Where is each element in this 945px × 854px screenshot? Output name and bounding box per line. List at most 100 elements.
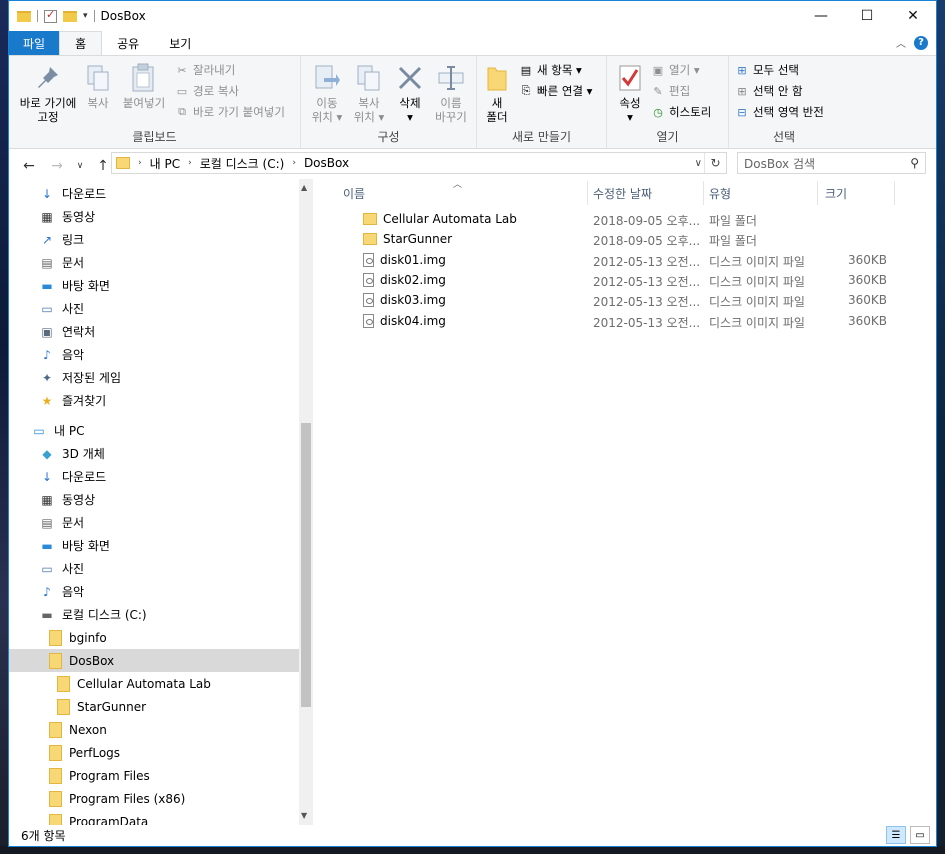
nav-item[interactable]: ▬ 로컬 디스크 (C:) (39, 603, 146, 626)
breadcrumb-dosbox[interactable]: DosBox (304, 156, 349, 170)
minimize-button[interactable]: — (798, 1, 844, 31)
nav-item[interactable]: ✦ 저장된 게임 (39, 366, 121, 389)
close-button[interactable]: ✕ (890, 1, 936, 31)
nav-item[interactable]: ▭ 내 PC (31, 419, 84, 442)
scroll-down-icon[interactable]: ▼ (301, 811, 307, 820)
file-type: 디스크 이미지 파일 (709, 254, 805, 269)
file-name: StarGunner (383, 232, 453, 247)
nav-item-label: 다운로드 (62, 470, 107, 484)
nav-item-label: StarGunner (77, 699, 147, 714)
nav-item[interactable]: ▤ 문서 (39, 511, 84, 534)
table-row[interactable]: Cellular Automata Lab 2018-09-05 오후... 파일 … (325, 210, 905, 230)
column-header-name[interactable]: 이름 (343, 181, 365, 205)
rename-button[interactable]: 이름 바꾸기 (431, 62, 471, 124)
nav-item[interactable]: ▬ 바탕 화면 (39, 274, 110, 297)
tab-home[interactable]: 홈 (59, 31, 103, 55)
nav-item[interactable]: Program Files (x86) (49, 787, 185, 810)
search-input[interactable]: DosBox 검색 ⚲ (737, 152, 926, 174)
nav-item[interactable]: ↓ 다운로드 (39, 465, 106, 488)
nav-item[interactable]: ▦ 동영상 (39, 205, 95, 228)
file-name-cell: disk01.img (363, 252, 446, 267)
nav-scrollbar-thumb[interactable] (301, 423, 311, 707)
help-icon[interactable]: ? (914, 35, 928, 50)
nav-item[interactable]: DosBox (9, 649, 299, 672)
move-to-button[interactable]: 이동 위치 ▾ (309, 62, 345, 124)
copy-button[interactable]: 복사 (81, 62, 115, 110)
delete-button[interactable]: 삭제 ▾ (393, 62, 427, 124)
nav-item[interactable]: PerfLogs (49, 741, 120, 764)
breadcrumb-drive[interactable]: 로컬 디스크 (C:) (200, 155, 285, 172)
scroll-up-icon[interactable]: ▲ (301, 183, 307, 192)
nav-item[interactable]: ▭ 사진 (39, 557, 84, 580)
nav-item[interactable]: ↗ 링크 (39, 228, 84, 251)
edit-button[interactable]: ✎ 편집 (651, 83, 690, 99)
select-all-button[interactable]: ⊞ 모두 선택 (735, 62, 799, 78)
nav-item-label: 연락처 (62, 325, 96, 339)
tab-share[interactable]: 공유 (102, 31, 154, 55)
back-arrow-icon[interactable]: ← (17, 154, 41, 178)
details-view-icon[interactable]: ☰ (886, 826, 906, 844)
nav-item[interactable]: ◆ 3D 개체 (39, 442, 104, 465)
nav-item-label: bginfo (69, 630, 107, 645)
breadcrumb-pc[interactable]: 내 PC (150, 155, 180, 172)
new-folder-button[interactable]: 새 폴더 (481, 62, 513, 124)
nav-item[interactable]: ProgramData (49, 810, 148, 825)
paste-shortcut-button[interactable]: ⧉ 바로 가기 붙여넣기 (175, 104, 285, 120)
new-item-button[interactable]: ▤ 새 항목 ▾ (519, 62, 582, 78)
nav-item[interactable]: ▭ 사진 (39, 297, 84, 320)
nav-item[interactable]: Nexon (49, 718, 107, 741)
folder-icon (49, 721, 62, 738)
nav-item[interactable]: Cellular Automata Lab (57, 672, 211, 695)
ribbon: 바로 가기에 고정 복사 붙여넣기 ✂ 잘라내기 ▭ 경로 복사 ⧉ 바로 가기… (9, 55, 936, 149)
search-placeholder: DosBox 검색 (744, 156, 816, 171)
tab-file[interactable]: 파일 (9, 31, 60, 55)
nav-item[interactable]: ♪ 음악 (39, 580, 84, 603)
cut-button[interactable]: ✂ 잘라내기 (175, 62, 235, 78)
chevron-down-icon[interactable]: ∨ (695, 158, 702, 169)
column-header-type[interactable]: 유형 (709, 181, 731, 205)
paste-button[interactable]: 붙여넣기 (119, 62, 169, 110)
pin-button[interactable]: 바로 가기에 고정 (13, 62, 83, 124)
nav-item-label: 동영상 (62, 493, 96, 507)
table-row[interactable]: disk01.img 2012-05-13 오전... 디스크 이미지 파일 360K… (325, 251, 905, 271)
select-group-label: 선택 (772, 130, 796, 144)
history-button[interactable]: ◷ 히스토리 (651, 104, 711, 120)
nav-item[interactable]: Program Files (49, 764, 150, 787)
nav-item[interactable]: ▣ 연락처 (39, 320, 95, 343)
recent-locations-icon[interactable]: ∨ (73, 154, 87, 178)
properties-quick-icon[interactable] (44, 8, 57, 23)
game-icon: ✦ (41, 370, 53, 385)
table-row[interactable]: disk02.img 2012-05-13 오전... 디스크 이미지 파일 360K… (325, 271, 905, 291)
nav-item[interactable]: ▬ 바탕 화면 (39, 534, 110, 557)
refresh-icon[interactable]: ↻ (704, 153, 726, 173)
large-icons-view-icon[interactable]: ▭ (910, 826, 930, 844)
nav-scrollbar[interactable]: ▲ ▼ (299, 179, 313, 825)
copy-to-button[interactable]: 복사 위치 ▾ (351, 62, 387, 124)
tab-view[interactable]: 보기 (154, 31, 206, 55)
table-row[interactable]: disk03.img 2012-05-13 오전... 디스크 이미지 파일 360K… (325, 291, 905, 311)
nav-item[interactable]: ▦ 동영상 (39, 488, 95, 511)
open-button[interactable]: ▣ 열기 ▾ (651, 62, 700, 78)
nav-item[interactable]: ↓ 다운로드 (39, 182, 106, 205)
table-row[interactable]: StarGunner 2018-09-05 오후... 파일 폴더 (325, 230, 905, 250)
nav-item[interactable]: ★ 즐겨찾기 (39, 389, 107, 412)
select-none-button[interactable]: ⊞ 선택 안 함 (735, 83, 802, 99)
new-folder-quick-icon[interactable] (63, 10, 77, 22)
nav-item-label: 내 PC (54, 424, 85, 438)
forward-arrow-icon[interactable]: → (45, 154, 69, 178)
easy-access-button[interactable]: ⎘ 빠른 연결 ▾ (519, 83, 593, 99)
table-row[interactable]: disk04.img 2012-05-13 오전... 디스크 이미지 파일 360K… (325, 312, 905, 332)
collapse-ribbon-icon[interactable]: ︿ (896, 35, 906, 50)
maximize-button[interactable]: ☐ (844, 1, 890, 31)
copy-path-button[interactable]: ▭ 경로 복사 (175, 83, 239, 99)
column-header-size[interactable]: 크기 (825, 181, 847, 205)
customize-quick-access-icon[interactable]: ▾ (83, 11, 88, 21)
nav-item[interactable]: ♪ 음악 (39, 343, 84, 366)
nav-item[interactable]: StarGunner (57, 695, 146, 718)
nav-item[interactable]: bginfo (49, 626, 107, 649)
nav-item[interactable]: ▤ 문서 (39, 251, 84, 274)
invert-selection-button[interactable]: ⊟ 선택 영역 반전 (735, 104, 823, 120)
column-header-date[interactable]: 수정한 날짜 (593, 181, 652, 205)
address-bar[interactable]: › 내 PC › 로컬 디스크 (C:) › DosBox ∨ ↻ (111, 152, 727, 174)
properties-button[interactable]: 속성 ▾ (613, 62, 647, 124)
